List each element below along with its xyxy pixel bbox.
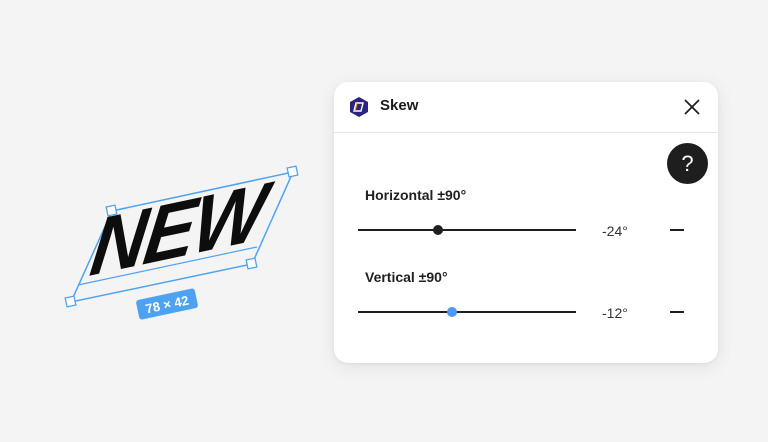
horizontal-slider-thumb[interactable]	[432, 225, 443, 235]
handle-top-left[interactable]	[105, 204, 118, 217]
vertical-slider-track[interactable]	[358, 311, 576, 313]
vertical-label: Vertical ±90°	[365, 269, 448, 285]
horizontal-value: -24°	[602, 223, 628, 239]
skew-panel: Skew ? Horizontal ±90° -24° Vertical ±90…	[334, 82, 718, 363]
canvas-svg: NEW 78 × 42	[64, 164, 299, 320]
handle-top-right[interactable]	[286, 165, 299, 178]
vertical-slider-thumb[interactable]	[447, 307, 458, 317]
skewed-text-group: NEW	[85, 164, 278, 294]
vertical-reset-button[interactable]	[670, 305, 684, 319]
object-text[interactable]: NEW	[85, 164, 278, 294]
handle-bottom-left[interactable]	[64, 295, 77, 308]
vertical-value: -12°	[602, 305, 628, 321]
panel-title: Skew	[380, 97, 419, 114]
close-icon[interactable]	[680, 95, 704, 119]
panel-header: Skew	[334, 82, 718, 133]
canvas-object[interactable]: NEW 78 × 42	[0, 0, 340, 442]
skew-icon	[350, 97, 368, 117]
handle-bottom-right[interactable]	[245, 257, 258, 270]
help-button[interactable]: ?	[667, 143, 708, 184]
horizontal-label: Horizontal ±90°	[365, 187, 467, 203]
help-icon: ?	[681, 150, 694, 176]
horizontal-slider[interactable]	[358, 223, 576, 237]
horizontal-reset-button[interactable]	[670, 223, 684, 237]
size-badge: 78 × 42	[136, 288, 198, 320]
horizontal-slider-track[interactable]	[358, 229, 576, 231]
vertical-slider[interactable]	[358, 305, 576, 319]
